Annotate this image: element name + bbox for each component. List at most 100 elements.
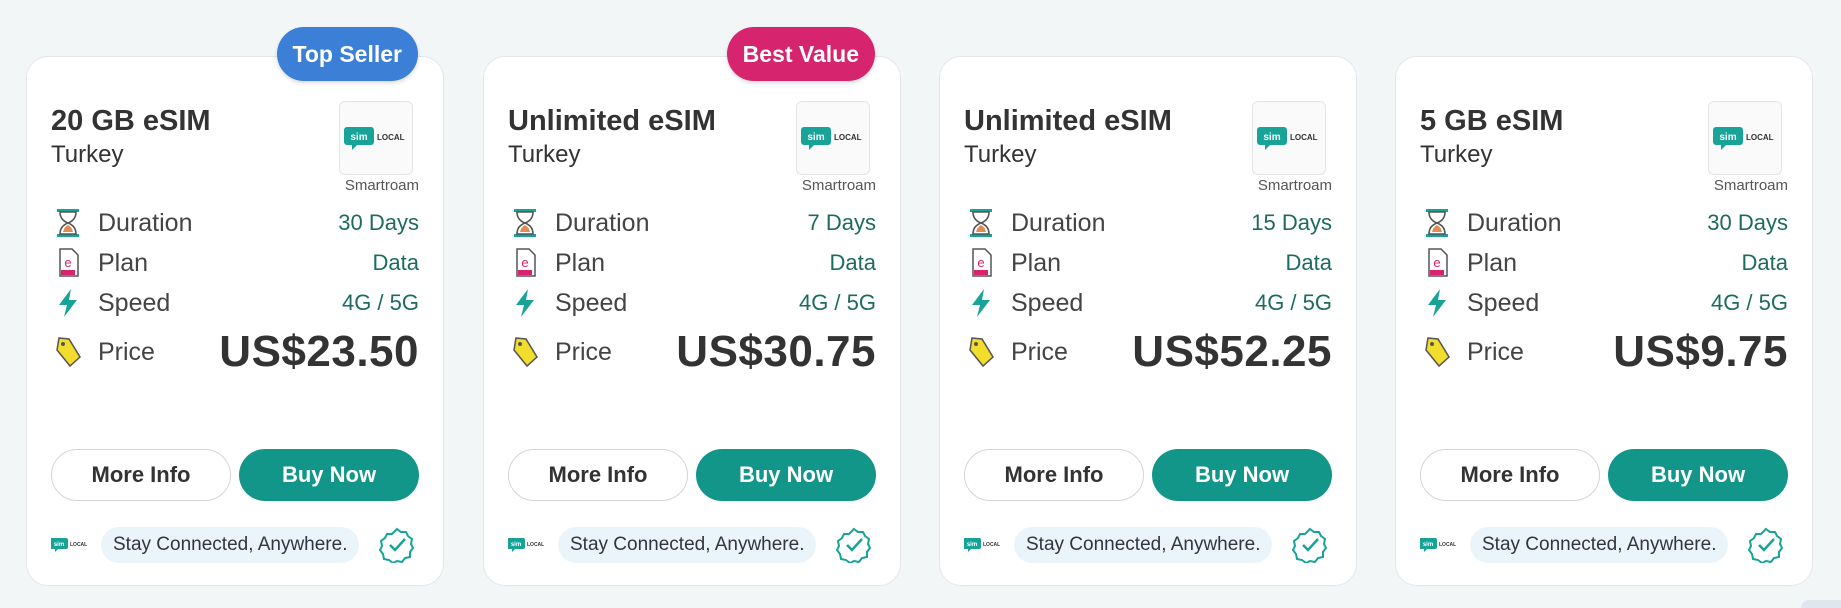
plan-card: Top Seller 20 GB eSIM Turkey sim LOCAL S… <box>26 27 444 586</box>
price-value: US$52.25 <box>1132 327 1332 376</box>
plan-country: Turkey <box>1420 141 1493 168</box>
plan-label: Plan <box>1467 248 1518 277</box>
plan-title: 20 GB eSIM <box>51 105 211 137</box>
tagline-pill: Stay Connected, Anywhere. <box>101 527 360 563</box>
speed-value: 4G / 5G <box>1254 290 1332 315</box>
more-info-button[interactable]: More Info <box>964 449 1144 501</box>
duration-value: 7 Days <box>807 210 876 235</box>
simlocal-logo-icon: sim LOCAL <box>1257 127 1318 150</box>
plan-card: 5 GB eSIM Turkey sim LOCAL Smartroam Dur… <box>1395 56 1813 586</box>
svg-text:LOCAL: LOCAL <box>377 133 405 142</box>
simlocal-logo-icon: sim LOCAL <box>344 127 405 150</box>
plan-card: Best Value Unlimited eSIM Turkey sim LOC… <box>483 27 901 586</box>
duration-row: Duration 7 Days <box>508 203 876 243</box>
svg-text:e: e <box>977 255 984 270</box>
svg-text:e: e <box>64 255 71 270</box>
svg-text:sim: sim <box>807 132 824 143</box>
simlocal-logo-icon: sim LOCAL <box>1713 127 1774 150</box>
svg-text:LOCAL: LOCAL <box>527 542 544 548</box>
esim-card-icon: e <box>964 246 998 280</box>
price-label: Price <box>98 337 155 366</box>
duration-value: 15 Days <box>1251 210 1332 235</box>
speed-label: Speed <box>98 288 171 317</box>
duration-row: Duration 15 Days <box>964 203 1332 243</box>
price-tag-icon <box>508 335 542 369</box>
speed-value: 4G / 5G <box>341 290 419 315</box>
plan-row: e Plan Data <box>1420 243 1788 283</box>
speed-row: Speed 4G / 5G <box>508 283 876 323</box>
plan-card: Unlimited eSIM Turkey sim LOCAL Smartroa… <box>939 56 1357 586</box>
price-row: Price US$52.25 <box>964 327 1332 377</box>
svg-text:e: e <box>521 255 528 270</box>
simlocal-logo-icon: sim LOCAL <box>801 127 862 150</box>
esim-card-icon: e <box>51 246 85 280</box>
hourglass-icon <box>1420 206 1454 240</box>
svg-text:e: e <box>1433 255 1440 270</box>
speed-row: Speed 4G / 5G <box>51 283 419 323</box>
duration-row: Duration 30 Days <box>51 203 419 243</box>
provider-name: Smartroam <box>801 177 876 194</box>
plan-title: Unlimited eSIM <box>508 105 716 137</box>
duration-label: Duration <box>98 208 193 237</box>
verified-badge-icon <box>379 527 415 563</box>
buy-now-button[interactable]: Buy Now <box>696 449 876 501</box>
provider-name: Smartroam <box>1257 177 1332 194</box>
duration-row: Duration 30 Days <box>1420 203 1788 243</box>
lightning-icon <box>1420 286 1454 320</box>
lightning-icon <box>51 286 85 320</box>
plan-value: Data <box>1285 250 1332 275</box>
duration-label: Duration <box>1011 208 1106 237</box>
buy-now-button[interactable]: Buy Now <box>1608 449 1788 501</box>
more-info-button[interactable]: More Info <box>51 449 231 501</box>
best-value-badge: Best Value <box>726 27 875 81</box>
svg-text:LOCAL: LOCAL <box>1290 133 1318 142</box>
svg-text:sim: sim <box>511 542 521 548</box>
esim-card-icon: e <box>508 246 542 280</box>
price-tag-icon <box>51 335 85 369</box>
duration-label: Duration <box>555 208 650 237</box>
price-row: Price US$9.75 <box>1420 327 1788 377</box>
simlocal-small-logo-icon: sim LOCAL <box>964 538 1000 552</box>
plan-title: Unlimited eSIM <box>964 105 1172 137</box>
svg-text:sim: sim <box>1719 132 1736 143</box>
duration-value: 30 Days <box>1707 210 1788 235</box>
plan-label: Plan <box>98 248 149 277</box>
lightning-icon <box>508 286 542 320</box>
provider-logo: sim LOCAL <box>796 101 870 175</box>
tagline-pill: Stay Connected, Anywhere. <box>1014 527 1273 563</box>
speed-label: Speed <box>1011 288 1084 317</box>
esim-card-icon: e <box>1420 246 1454 280</box>
provider-name: Smartroam <box>344 177 419 194</box>
price-label: Price <box>1467 337 1524 366</box>
speed-row: Speed 4G / 5G <box>964 283 1332 323</box>
plan-country: Turkey <box>508 141 581 168</box>
price-row: Price US$30.75 <box>508 327 876 377</box>
speed-label: Speed <box>1467 288 1540 317</box>
price-value: US$30.75 <box>676 327 876 376</box>
lightning-icon <box>964 286 998 320</box>
provider-logo: sim LOCAL <box>339 101 413 175</box>
svg-text:sim: sim <box>967 542 977 548</box>
hourglass-icon <box>51 206 85 240</box>
plan-label: Plan <box>1011 248 1062 277</box>
price-tag-icon <box>964 335 998 369</box>
price-label: Price <box>555 337 612 366</box>
speed-value: 4G / 5G <box>798 290 876 315</box>
simlocal-small-logo-icon: sim LOCAL <box>1420 538 1456 552</box>
scroll-indicator[interactable] <box>1801 600 1841 608</box>
plan-row: e Plan Data <box>51 243 419 283</box>
svg-text:sim: sim <box>350 132 367 143</box>
more-info-button[interactable]: More Info <box>1420 449 1600 501</box>
provider-name: Smartroam <box>1713 177 1788 194</box>
hourglass-icon <box>508 206 542 240</box>
plan-label: Plan <box>555 248 606 277</box>
buy-now-button[interactable]: Buy Now <box>1152 449 1332 501</box>
verified-badge-icon <box>836 527 872 563</box>
price-tag-icon <box>1420 335 1454 369</box>
buy-now-button[interactable]: Buy Now <box>239 449 419 501</box>
speed-value: 4G / 5G <box>1710 290 1788 315</box>
plan-value: Data <box>372 250 419 275</box>
price-value: US$9.75 <box>1613 327 1788 376</box>
more-info-button[interactable]: More Info <box>508 449 688 501</box>
svg-text:LOCAL: LOCAL <box>1746 133 1774 142</box>
